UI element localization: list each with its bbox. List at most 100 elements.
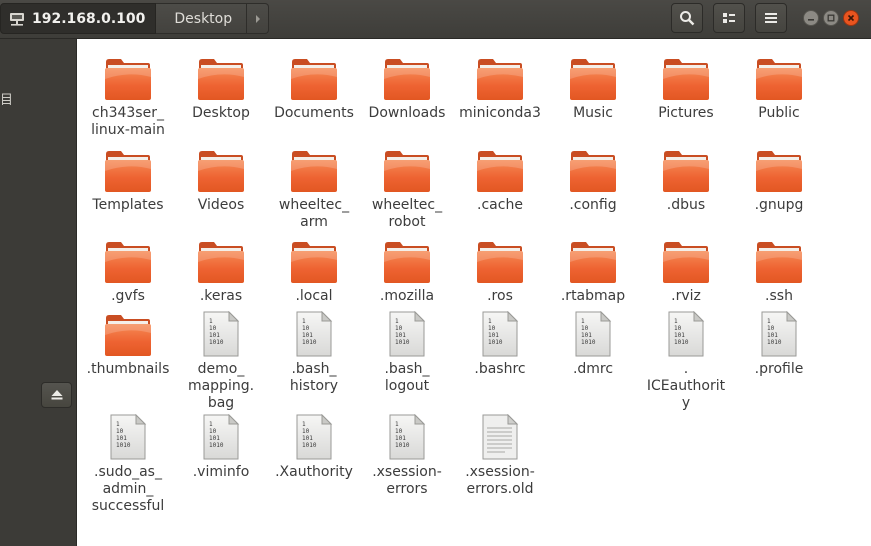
file-item[interactable]: 1 10 101 1010 .sudo_as_ admin_ successfu…: [81, 412, 175, 515]
file-item[interactable]: .local: [267, 236, 361, 305]
binary-glyph-line: 1010: [395, 442, 410, 449]
file-item[interactable]: .xsession- errors.old: [453, 412, 547, 498]
file-item[interactable]: .ssh: [732, 236, 826, 305]
file-item[interactable]: .gvfs: [81, 236, 175, 305]
file-item-icon-wrap: [103, 53, 153, 101]
file-item[interactable]: 1 10 101 1010 .bash_ logout: [360, 309, 454, 395]
folder-icon: [570, 151, 616, 192]
file-item[interactable]: Documents: [267, 53, 361, 122]
file-item[interactable]: .rtabmap: [546, 236, 640, 305]
folder-icon: [477, 242, 523, 283]
file-item[interactable]: wheeltec_ arm: [267, 145, 361, 231]
file-item-icon-wrap: [568, 236, 618, 284]
search-button[interactable]: [671, 3, 703, 33]
sidebar-item-fragment[interactable]: 目: [0, 89, 13, 108]
binary-glyph-line: 10: [581, 325, 589, 332]
file-item[interactable]: ch343ser_ linux-main: [81, 53, 175, 139]
menu-button[interactable]: [755, 3, 787, 33]
maximize-button[interactable]: [823, 10, 839, 26]
folder-icon: [198, 242, 244, 283]
file-item[interactable]: miniconda3: [453, 53, 547, 122]
sidebar: 目: [0, 39, 77, 546]
file-item[interactable]: 1 10 101 1010 .dmrc: [546, 309, 640, 378]
folder-icon: [105, 151, 151, 192]
binary-glyph-line: 1: [767, 318, 771, 325]
file-item[interactable]: Templates: [81, 145, 175, 214]
file-item[interactable]: Downloads: [360, 53, 454, 122]
folder-icon: [384, 59, 430, 100]
folder-icon: [198, 59, 244, 100]
path-desktop-button[interactable]: Desktop: [156, 3, 248, 34]
file-item-label: Downloads: [368, 105, 446, 121]
file-grid: ch343ser_ linux-main Desktop Documents D…: [77, 39, 871, 546]
folder-icon: [663, 151, 709, 192]
file-item[interactable]: 1 10 101 1010 .bash_ history: [267, 309, 361, 395]
file-item[interactable]: .gnupg: [732, 145, 826, 214]
file-item[interactable]: 1 10 101 1010 demo_ mapping. bag: [174, 309, 268, 412]
file-item[interactable]: Music: [546, 53, 640, 122]
path-desktop-label: Desktop: [174, 10, 233, 27]
file-item[interactable]: Public: [732, 53, 826, 122]
file-item[interactable]: 1 10 101 1010 .xsession- errors: [360, 412, 454, 498]
file-item[interactable]: wheeltec_ robot: [360, 145, 454, 231]
folder-icon: [663, 59, 709, 100]
file-item-label: .xsession- errors.old: [465, 464, 535, 497]
file-item[interactable]: 1 10 101 1010 .bashrc: [453, 309, 547, 378]
file-item[interactable]: .dbus: [639, 145, 733, 214]
binary-file-icon: 1 10 101 1010: [482, 311, 519, 357]
file-item-icon-wrap: [382, 236, 432, 284]
view-toggle-button[interactable]: [713, 3, 745, 33]
folder-icon: [384, 151, 430, 192]
close-button[interactable]: [843, 10, 859, 26]
file-item[interactable]: Videos: [174, 145, 268, 214]
file-item-label: .local: [295, 288, 333, 304]
file-item-icon-wrap: 1 10 101 1010: [754, 309, 804, 357]
binary-glyph-line: 101: [209, 435, 220, 442]
binary-glyph-line: 10: [488, 325, 496, 332]
binary-glyph-line: 101: [674, 332, 685, 339]
binary-file-icon: 1 10 101 1010: [203, 414, 240, 460]
minimize-button[interactable]: [803, 10, 819, 26]
folder-icon: [291, 242, 337, 283]
file-item-label: .gvfs: [111, 288, 145, 304]
file-item-icon-wrap: [289, 145, 339, 193]
file-item-icon-wrap: 1 10 101 1010: [289, 309, 339, 357]
path-forward-button[interactable]: [247, 3, 270, 34]
file-item[interactable]: .ros: [453, 236, 547, 305]
binary-glyph-line: 1: [209, 421, 213, 428]
path-host-button[interactable]: 192.168.0.100: [0, 3, 157, 34]
file-item[interactable]: 1 10 101 1010 .profile: [732, 309, 826, 378]
file-item-label: Pictures: [658, 105, 714, 121]
binary-glyph-line: 1: [395, 318, 399, 325]
binary-glyph-line: 10: [395, 325, 403, 332]
file-item-icon-wrap: 1 10 101 1010: [196, 412, 246, 460]
network-drive-icon: [10, 12, 24, 26]
binary-glyph-line: 101: [302, 435, 313, 442]
eject-button[interactable]: [41, 382, 72, 408]
file-item-label: .thumbnails: [86, 361, 170, 377]
file-item[interactable]: .mozilla: [360, 236, 454, 305]
file-item[interactable]: Desktop: [174, 53, 268, 122]
binary-glyph-line: 1: [395, 421, 399, 428]
file-item[interactable]: 1 10 101 1010 . ICEauthorit y: [639, 309, 733, 412]
binary-glyph-line: 1010: [302, 339, 317, 346]
folder-icon: [756, 151, 802, 192]
text-file-icon: [482, 414, 519, 460]
file-item-label: Documents: [274, 105, 354, 121]
folder-icon: [756, 59, 802, 100]
file-item[interactable]: Pictures: [639, 53, 733, 122]
file-item[interactable]: .cache: [453, 145, 547, 214]
file-item[interactable]: .thumbnails: [81, 309, 175, 378]
folder-icon: [570, 242, 616, 283]
file-item-label: miniconda3: [459, 105, 541, 121]
file-item[interactable]: 1 10 101 1010 .Xauthority: [267, 412, 361, 481]
file-item[interactable]: 1 10 101 1010 .viminfo: [174, 412, 268, 481]
binary-glyph-line: 1010: [767, 339, 782, 346]
folder-icon: [570, 59, 616, 100]
file-item[interactable]: .keras: [174, 236, 268, 305]
file-item-icon-wrap: [289, 53, 339, 101]
file-item[interactable]: .rviz: [639, 236, 733, 305]
binary-glyph-line: 101: [395, 435, 406, 442]
file-item[interactable]: .config: [546, 145, 640, 214]
file-item-icon-wrap: 1 10 101 1010: [196, 309, 246, 357]
